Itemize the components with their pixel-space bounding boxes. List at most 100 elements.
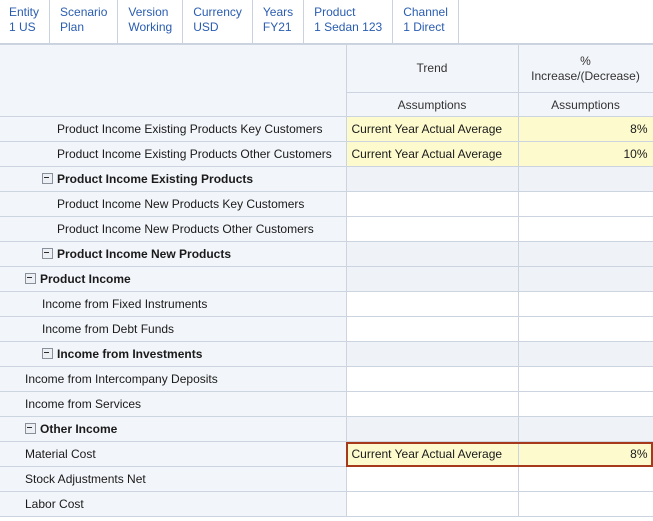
pct-increase-decrease-cell-value: 8%: [630, 121, 648, 136]
grid-row[interactable]: Product Income New Products Other Custom…: [0, 216, 653, 242]
row-header-cell[interactable]: Income from Fixed Instruments: [0, 291, 347, 317]
trend-cell[interactable]: [345, 316, 519, 342]
row-header-cell[interactable]: Material Cost: [0, 441, 347, 467]
pov-item-scenario[interactable]: Scenario Plan: [50, 0, 119, 43]
pov-dimension-label: Version: [128, 5, 169, 19]
pov-member-value[interactable]: 1 Direct: [403, 20, 448, 35]
pct-increase-decrease-cell[interactable]: [517, 416, 653, 442]
pov-member-value[interactable]: 1 US: [9, 20, 39, 35]
pct-increase-decrease-cell[interactable]: 8%: [517, 441, 653, 467]
pov-member-value[interactable]: Plan: [60, 20, 107, 35]
pov-item-product[interactable]: Product 1 Sedan 123: [304, 0, 394, 43]
pov-filler: [458, 0, 653, 43]
pct-increase-decrease-cell[interactable]: 8%: [517, 116, 653, 142]
pct-increase-decrease-cell[interactable]: [517, 466, 653, 492]
grid-row[interactable]: Product Income: [0, 266, 653, 292]
row-header-cell[interactable]: Income from Investments: [0, 341, 347, 367]
pct-increase-decrease-cell[interactable]: [517, 366, 653, 392]
grid-row[interactable]: Product Income New Products: [0, 241, 653, 267]
pct-increase-decrease-cell[interactable]: 10%: [517, 141, 653, 167]
row-header-cell[interactable]: Product Income New Products Key Customer…: [0, 191, 347, 217]
pct-increase-decrease-cell-value: 10%: [623, 146, 648, 161]
row-header-cell[interactable]: Product Income New Products Other Custom…: [0, 216, 347, 242]
grid-row[interactable]: Product Income Existing Products: [0, 166, 653, 192]
pct-increase-decrease-cell[interactable]: [517, 316, 653, 342]
row-header-label: Income from Services: [25, 396, 142, 411]
pct-increase-decrease-cell-value: 8%: [630, 446, 648, 461]
pov-member-value[interactable]: Working: [128, 20, 172, 35]
trend-cell[interactable]: [345, 191, 519, 217]
pov-dimension-label: Entity: [9, 5, 40, 19]
column-subheader-pct-assumptions[interactable]: Assumptions: [517, 92, 653, 117]
pov-item-channel[interactable]: Channel 1 Direct: [393, 0, 459, 43]
collapse-minus-icon[interactable]: [42, 347, 53, 359]
pct-increase-decrease-cell[interactable]: [517, 341, 653, 367]
trend-cell[interactable]: [345, 491, 519, 517]
row-header-label: Product Income: [40, 271, 131, 286]
data-grid: Trend % Increase/(Decrease) Assumptions …: [0, 44, 653, 517]
pov-member-value[interactable]: FY21: [263, 20, 293, 35]
pov-item-entity[interactable]: Entity 1 US: [0, 0, 51, 43]
grid-row[interactable]: Product Income New Products Key Customer…: [0, 191, 653, 217]
pov-item-currency[interactable]: Currency USD: [183, 0, 253, 43]
trend-cell[interactable]: [345, 241, 519, 267]
pct-increase-decrease-cell[interactable]: [517, 266, 653, 292]
collapse-minus-icon[interactable]: [25, 422, 36, 434]
grid-row[interactable]: Income from Intercompany Deposits: [0, 366, 653, 392]
grid-row[interactable]: Labor Cost: [0, 491, 653, 517]
row-header-cell[interactable]: Other Income: [0, 416, 347, 442]
pct-increase-decrease-cell[interactable]: [517, 216, 653, 242]
trend-cell[interactable]: [345, 366, 519, 392]
grid-row[interactable]: Income from Services: [0, 391, 653, 417]
trend-cell[interactable]: [345, 416, 519, 442]
pov-item-years[interactable]: Years FY21: [252, 0, 305, 43]
grid-row[interactable]: Other Income: [0, 416, 653, 442]
trend-cell[interactable]: Current Year Actual Average: [345, 116, 519, 142]
trend-cell[interactable]: [345, 216, 519, 242]
row-header-cell[interactable]: Product Income Existing Products Other C…: [0, 141, 347, 167]
grid-corner-cell: [0, 44, 347, 117]
row-header-cell[interactable]: Product Income Existing Products Key Cus…: [0, 116, 347, 142]
row-header-cell[interactable]: Income from Intercompany Deposits: [0, 366, 347, 392]
column-subheader-trend-assumptions[interactable]: Assumptions: [345, 92, 519, 117]
row-header-cell[interactable]: Income from Debt Funds: [0, 316, 347, 342]
row-header-cell[interactable]: Stock Adjustments Net: [0, 466, 347, 492]
row-header-cell[interactable]: Product Income Existing Products: [0, 166, 347, 192]
collapse-minus-icon[interactable]: [42, 247, 53, 259]
grid-row[interactable]: Income from Fixed Instruments: [0, 291, 653, 317]
trend-cell[interactable]: Current Year Actual Average: [345, 141, 519, 167]
collapse-minus-icon[interactable]: [42, 172, 53, 184]
grid-row[interactable]: Product Income Existing Products Key Cus…: [0, 116, 653, 142]
pct-increase-decrease-cell[interactable]: [517, 241, 653, 267]
collapse-minus-icon[interactable]: [25, 272, 36, 284]
pct-increase-decrease-cell[interactable]: [517, 191, 653, 217]
grid-row[interactable]: Product Income Existing Products Other C…: [0, 141, 653, 167]
row-header-cell[interactable]: Income from Services: [0, 391, 347, 417]
grid-row[interactable]: Stock Adjustments Net: [0, 466, 653, 492]
grid-row[interactable]: Material Cost Current Year Actual Average…: [0, 441, 653, 467]
column-header-trend[interactable]: Trend: [345, 44, 519, 93]
pct-increase-decrease-cell[interactable]: [517, 166, 653, 192]
pct-increase-decrease-cell[interactable]: [517, 291, 653, 317]
row-header-inner: Product Income New Products Key Customer…: [0, 193, 345, 216]
pct-increase-decrease-cell[interactable]: [517, 491, 653, 517]
trend-cell[interactable]: [345, 341, 519, 367]
pov-member-value[interactable]: USD: [193, 20, 242, 35]
column-header-pct-increase-decrease[interactable]: % Increase/(Decrease): [517, 44, 653, 93]
row-header-cell[interactable]: Labor Cost: [0, 491, 347, 517]
row-header-cell[interactable]: Product Income New Products: [0, 241, 347, 267]
trend-cell[interactable]: [345, 266, 519, 292]
grid-row[interactable]: Income from Investments: [0, 341, 653, 367]
row-header-cell[interactable]: Product Income: [0, 266, 347, 292]
pov-member-value[interactable]: 1 Sedan 123: [314, 20, 382, 35]
pov-dimension-label: Scenario: [60, 5, 108, 19]
pct-increase-decrease-cell[interactable]: [517, 391, 653, 417]
trend-cell[interactable]: [345, 391, 519, 417]
trend-cell[interactable]: Current Year Actual Average: [345, 441, 519, 467]
trend-cell[interactable]: [345, 466, 519, 492]
grid-header: Trend % Increase/(Decrease) Assumptions …: [0, 44, 653, 117]
trend-cell[interactable]: [345, 291, 519, 317]
trend-cell[interactable]: [345, 166, 519, 192]
grid-row[interactable]: Income from Debt Funds: [0, 316, 653, 342]
pov-item-version[interactable]: Version Working: [118, 0, 184, 43]
